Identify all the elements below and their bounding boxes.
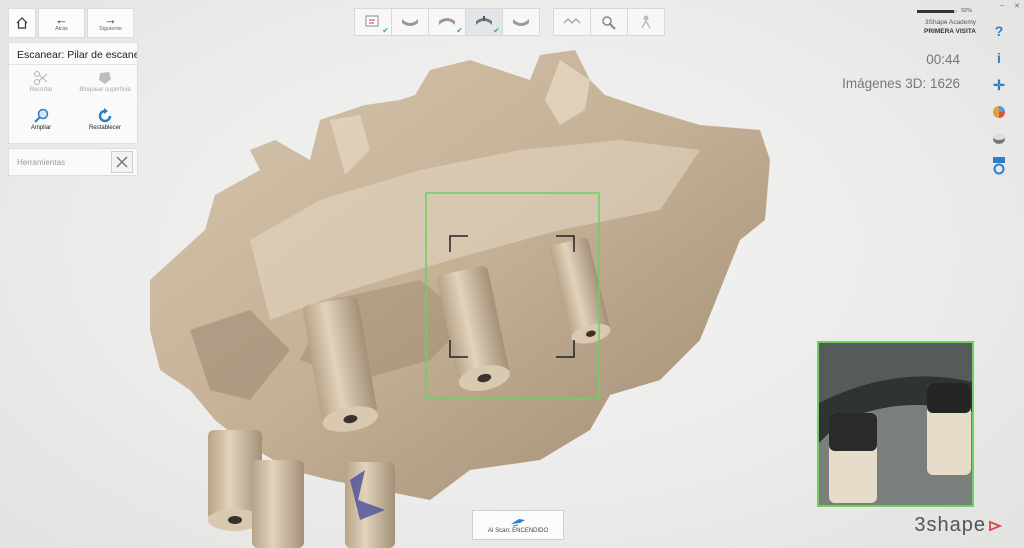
tools-section-label: Herramientas: [17, 157, 66, 167]
brand-logo: 3shape: [914, 514, 1002, 537]
panel-title: Escanear: Pilar de escaneado: [9, 43, 137, 65]
ai-scan-toggle[interactable]: AI Scan: ENCENDIDO: [472, 510, 564, 540]
settings-icon[interactable]: [990, 155, 1008, 177]
camera-feed: [819, 343, 972, 505]
step-jaw[interactable]: [502, 8, 540, 36]
account-info: 3Shape Academy PRIMERA VISITA: [924, 18, 976, 36]
texture-icon[interactable]: [990, 128, 1008, 150]
info-icon[interactable]: i: [990, 47, 1008, 69]
visit-label: PRIMERA VISITA: [923, 28, 976, 35]
analysis-icon: [602, 16, 616, 30]
trim-tool-button[interactable]: Recortar: [9, 69, 73, 105]
reset-icon: [98, 108, 112, 123]
move-icon[interactable]: ✛: [990, 74, 1008, 96]
forward-label: Siguiente: [99, 25, 122, 32]
step-lower-jaw[interactable]: ✔: [428, 8, 466, 36]
back-label: Atrás: [55, 25, 68, 32]
home-icon: [16, 17, 28, 29]
back-button[interactable]: ← Atrás: [38, 8, 85, 38]
minimize-icon[interactable]: –: [1000, 2, 1004, 10]
scissors-icon: [34, 71, 48, 85]
check-icon: ✔: [493, 26, 500, 35]
scanbody-jaw-icon: [476, 16, 492, 25]
arrow-left-icon: ←: [55, 11, 68, 27]
close-icon[interactable]: ✕: [1014, 2, 1020, 10]
scan-tool-panel: Escanear: Pilar de escaneado Recortar Bl…: [8, 42, 138, 144]
prescription-icon: [365, 15, 379, 27]
battery-fill: [916, 9, 954, 13]
lock-surface-button[interactable]: Bloquear superficie: [73, 69, 137, 105]
check-icon: ✔: [382, 26, 389, 35]
step-analysis[interactable]: [590, 8, 628, 36]
workflow-steps: ✔ ✔ ✔: [354, 8, 665, 36]
ai-scan-icon: [511, 519, 525, 527]
right-toolbar: ? i ✛: [990, 20, 1008, 182]
trim-label: Recortar: [29, 87, 53, 93]
window-controls: – ✕: [1000, 2, 1020, 10]
upper-jaw-icon: [402, 19, 418, 26]
step-prescription[interactable]: ✔: [354, 8, 392, 36]
scan-timer: 00:44: [926, 52, 960, 67]
tools-section[interactable]: Herramientas: [8, 148, 138, 176]
lock-surface-icon: [99, 72, 111, 84]
lock-surface-label: Bloquear superficie: [79, 87, 131, 93]
step-send[interactable]: [627, 8, 665, 36]
images-3d-count: Imágenes 3D: 1626: [842, 76, 960, 91]
battery-bar: [916, 9, 957, 13]
tools-icon[interactable]: [111, 151, 133, 173]
color-icon[interactable]: [990, 101, 1008, 123]
magnifier-icon: [34, 108, 49, 123]
brand-triangle-icon: [989, 520, 1002, 531]
bite-icon: [563, 17, 581, 25]
lower-jaw-icon: [439, 18, 455, 25]
jaw-icon: [513, 19, 529, 26]
step-bite[interactable]: [553, 8, 591, 36]
account-name: 3Shape Academy: [925, 19, 976, 26]
step-scanbody[interactable]: ✔: [465, 8, 503, 36]
zoom-button[interactable]: Ampliar: [9, 107, 73, 143]
check-icon: ✔: [456, 26, 463, 35]
help-icon[interactable]: ?: [990, 20, 1008, 42]
reset-button[interactable]: Restablecer: [73, 107, 137, 143]
step-upper-jaw[interactable]: [391, 8, 429, 36]
brand-name: 3shape: [914, 514, 986, 536]
home-button[interactable]: [8, 8, 36, 38]
battery-percent: 92%: [960, 8, 972, 14]
ai-scan-label: AI Scan: ENCENDIDO: [487, 528, 549, 534]
forward-button[interactable]: → Siguiente: [87, 8, 134, 38]
send-icon: [641, 15, 651, 29]
camera-preview: [817, 341, 974, 507]
arrow-right-icon: →: [104, 11, 117, 27]
zoom-label: Ampliar: [30, 125, 52, 131]
battery-indicator: 92%: [916, 8, 972, 14]
reset-label: Restablecer: [88, 125, 121, 131]
nav-bar: ← Atrás → Siguiente: [8, 8, 138, 38]
